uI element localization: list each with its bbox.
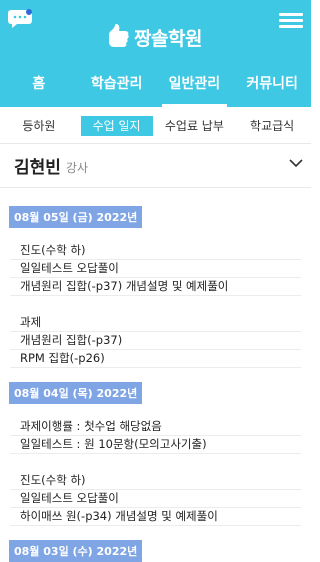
sub-tab-label: 수업 일지: [80, 115, 153, 136]
log-line: 개념원리 집합(-p37): [10, 332, 301, 350]
log-line: 일일테스트 오답풀이: [10, 490, 301, 508]
log-entry: 08월 03일 (수) 2022년: [0, 540, 311, 562]
app-header: 짱솔학원 홈 학습관리 일반관리 커뮤니티: [0, 0, 311, 107]
sub-tab[interactable]: 등하원: [0, 117, 78, 134]
log-line: 과제이행률 : 첫수업 해당없음: [10, 418, 301, 436]
sub-tab[interactable]: 수업 일지: [78, 115, 156, 136]
log-block: 진도(수학 하) 일일테스트 오답풀이 개념원리 집합(-p37) 개념설명 및 예…: [10, 242, 301, 296]
notification-dot: [26, 9, 32, 15]
log-line: 과제: [10, 314, 301, 332]
nav-tab[interactable]: 일반관리: [156, 65, 234, 107]
app-name: 짱솔학원: [134, 27, 202, 50]
sub-tab[interactable]: 학교급식: [233, 117, 311, 134]
nav-tab[interactable]: 커뮤니티: [233, 65, 311, 107]
log-line: 하이매쓰 원(-p34) 개념설명 및 예제풀이: [10, 508, 301, 526]
sub-nav: 등하원 수업 일지 수업료 납부 학교급식: [0, 107, 311, 144]
log-block: 과제이행률 : 첫수업 해당없음 일일테스트 : 원 10문항(모의고사기출): [10, 418, 301, 454]
hamburger-menu-icon[interactable]: [279, 13, 303, 29]
log-line: RPM 집합(-p26): [10, 350, 301, 368]
sub-tab-label: 등하원: [22, 118, 56, 133]
class-log-list: 08월 05일 (금) 2022년 진도(수학 하) 일일테스트 오답풀이 개념원리 …: [0, 188, 311, 562]
date-badge: 08월 04일 (목) 2022년: [9, 382, 143, 404]
app-logo[interactable]: 짱솔학원: [108, 22, 202, 52]
sub-tab[interactable]: 수업료 납부: [156, 117, 234, 134]
sub-tab-label: 학교급식: [250, 118, 295, 133]
log-line: 일일테스트 오답풀이: [10, 260, 301, 278]
chevron-down-icon[interactable]: [289, 159, 303, 168]
chat-icon[interactable]: [8, 9, 32, 28]
main-nav: 홈 학습관리 일반관리 커뮤니티: [0, 65, 311, 107]
log-block: 과제 개념원리 집합(-p37) RPM 집합(-p26): [10, 314, 301, 368]
log-line: 개념원리 집합(-p37) 개념설명 및 예제풀이: [10, 278, 301, 296]
person-selector[interactable]: 김현빈 강사: [0, 144, 311, 188]
sub-tab-label: 수업료 납부: [164, 118, 224, 133]
log-entry: 08월 05일 (금) 2022년 진도(수학 하) 일일테스트 오답풀이 개념원리 …: [0, 206, 311, 368]
nav-tab[interactable]: 홈: [0, 65, 78, 107]
log-line: 진도(수학 하): [10, 472, 301, 490]
date-badge: 08월 05일 (금) 2022년: [9, 206, 143, 228]
thumbs-up-icon: [109, 24, 129, 47]
person-role: 강사: [65, 160, 89, 175]
log-entry: 08월 04일 (목) 2022년과제이행률 : 첫수업 해당없음 일일테스트 :…: [0, 382, 311, 526]
log-line: 일일테스트 : 원 10문항(모의고사기출): [10, 436, 301, 454]
log-block: 진도(수학 하) 일일테스트 오답풀이 하이매쓰 원(-p34) 개념설명 및 예제…: [10, 472, 301, 526]
person-name: 김현빈: [14, 158, 61, 178]
log-line: 진도(수학 하): [10, 242, 301, 260]
nav-tab[interactable]: 학습관리: [78, 65, 156, 107]
date-badge: 08월 03일 (수) 2022년: [9, 540, 143, 562]
